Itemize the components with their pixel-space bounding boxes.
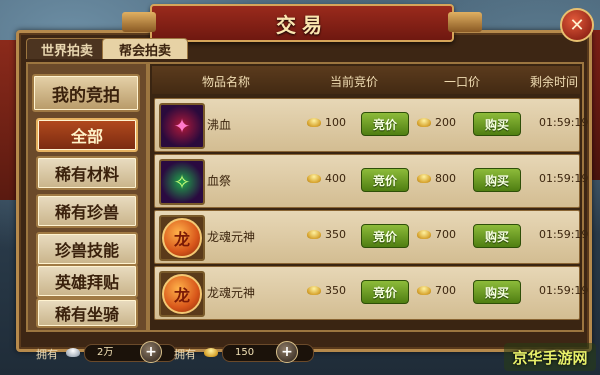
window-title: 交易 (276, 12, 328, 37)
bid-button[interactable]: 竞价 (361, 168, 409, 192)
gold-ingot-icon (307, 174, 321, 183)
dragon-orb-icon[interactable]: 龙 (159, 215, 205, 261)
auction-list: 物品名称 当前竞价 一口价 剩余时间 ✦ 沸血 100 竞价 200 购买 01… (148, 62, 588, 332)
tab-label: 世界拍卖 (40, 43, 93, 59)
sidebar-item-beast-skills[interactable]: 珍兽技能 (36, 232, 138, 266)
silver-ingot-icon (66, 348, 80, 357)
time-remaining: 01:59:19 (539, 228, 589, 241)
tab-world-auction[interactable]: 世界拍卖 (26, 38, 108, 59)
dragon-orb-icon[interactable]: 龙 (159, 271, 205, 317)
current-bid: 100 (325, 116, 346, 129)
current-bid: 350 (325, 284, 346, 297)
buy-button[interactable]: 购买 (473, 224, 521, 248)
sidebar-item-all[interactable]: 全部 (36, 118, 138, 152)
gold-ingot-icon (417, 174, 431, 183)
bid-button[interactable]: 竞价 (361, 224, 409, 248)
gold-ingot-icon (417, 286, 431, 295)
gold-ingot-icon (307, 118, 321, 127)
own-label: 拥有 (36, 348, 58, 361)
buy-button[interactable]: 购买 (473, 112, 521, 136)
time-remaining: 01:59:19 (539, 116, 589, 129)
gold-balance: 150 (222, 344, 314, 362)
table-header: 物品名称 当前竞价 一口价 剩余时间 (152, 66, 580, 94)
tab-guild-auction[interactable]: 帮会拍卖 (102, 38, 188, 59)
column-header: 物品名称 (202, 75, 251, 89)
plus-icon: + (145, 344, 157, 360)
silver-balance: 2万 (84, 344, 176, 362)
column-header: 一口价 (444, 75, 481, 89)
table-row: 龙 龙魂元神 350 竞价 700 购买 01:59:19 (154, 266, 588, 320)
sidebar-item-rare-beasts[interactable]: 稀有珍兽 (36, 194, 138, 228)
gold-ingot-icon (417, 118, 431, 127)
column-header: 剩余时间 (530, 75, 579, 89)
ritual-icon[interactable]: ✧ (159, 159, 205, 205)
own-label: 拥有 (174, 348, 196, 361)
plus-icon: + (281, 344, 293, 360)
gold-ingot-icon (307, 286, 321, 295)
buy-button[interactable]: 购买 (473, 168, 521, 192)
column-header: 当前竞价 (330, 75, 379, 89)
table-row: ✦ 沸血 100 竞价 200 购买 01:59:19 (154, 98, 588, 152)
gold-ingot-icon (417, 230, 431, 239)
current-bid: 400 (325, 172, 346, 185)
sidebar-item-rare-mounts[interactable]: 稀有坐骑 (36, 298, 138, 328)
dragon-orb-glyph: 龙 (162, 218, 202, 258)
buyout-price: 700 (435, 284, 456, 297)
bid-button[interactable]: 竞价 (361, 112, 409, 136)
time-remaining: 01:59:19 (539, 172, 589, 185)
current-bid: 350 (325, 228, 346, 241)
buyout-price: 200 (435, 116, 456, 129)
time-remaining: 01:59:19 (539, 284, 589, 297)
bid-button[interactable]: 竞价 (361, 280, 409, 304)
title-bar: 交易 (122, 4, 482, 42)
item-name: 沸血 (207, 118, 232, 132)
sidebar-item-rare-materials[interactable]: 稀有材料 (36, 156, 138, 190)
item-name: 龙魂元神 (207, 286, 256, 300)
table-row: ✧ 血祭 400 竞价 800 购买 01:59:19 (154, 154, 588, 208)
site-watermark: 京华手游网 (504, 343, 596, 371)
close-icon: ✕ (569, 14, 585, 36)
gold-ingot-icon (204, 348, 218, 357)
sidebar-item-hero-cards[interactable]: 英雄拜贴 (36, 264, 138, 298)
item-name: 血祭 (207, 174, 232, 188)
buyout-price: 800 (435, 172, 456, 185)
table-row: 龙 龙魂元神 350 竞价 700 购买 01:59:19 (154, 210, 588, 264)
dragon-orb-glyph: 龙 (162, 274, 202, 314)
category-sidebar: 我的竞拍 全部 稀有材料 稀有珍兽 珍兽技能 英雄拜贴 稀有坐骑 (26, 62, 148, 332)
blood-icon[interactable]: ✦ (159, 103, 205, 149)
tab-label: 帮会拍卖 (118, 43, 171, 59)
add-silver-button[interactable]: + (140, 341, 162, 363)
currency-footer: 拥有 2万 + 拥有 150 + (26, 340, 446, 364)
gold-ingot-icon (307, 230, 321, 239)
close-button[interactable]: ✕ (560, 8, 594, 42)
item-name: 龙魂元神 (207, 230, 256, 244)
buy-button[interactable]: 购买 (473, 280, 521, 304)
add-gold-button[interactable]: + (276, 341, 298, 363)
sidebar-item-my-bids[interactable]: 我的竞拍 (32, 74, 140, 112)
buyout-price: 700 (435, 228, 456, 241)
